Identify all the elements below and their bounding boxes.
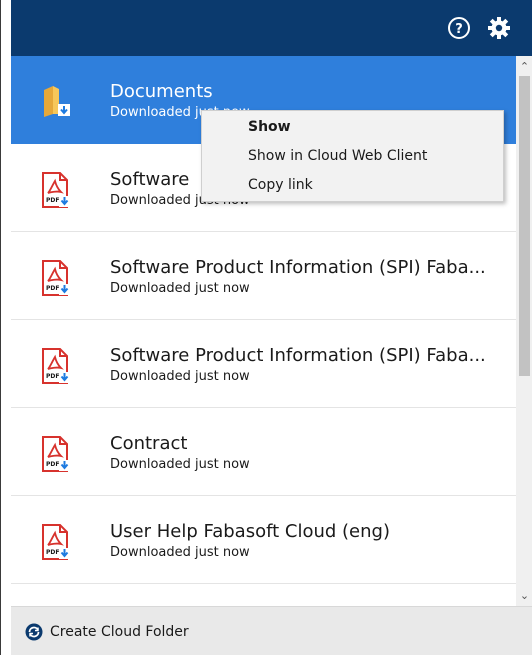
list-item-spi-1[interactable]: PDF Software Product Information (SPI) F… xyxy=(11,232,516,320)
scroll-up-arrow-icon[interactable]: ⌃ xyxy=(516,58,532,75)
folder-download-icon xyxy=(41,84,71,120)
item-title: Software Product Information (SPI) Faba.… xyxy=(110,345,486,366)
item-status: Downloaded just now xyxy=(110,545,250,560)
pdf-download-icon: PDF xyxy=(41,348,71,384)
pdf-download-icon: PDF xyxy=(41,524,71,560)
add-circle-icon xyxy=(25,623,43,641)
menu-item-copy-link[interactable]: Copy link xyxy=(202,171,503,200)
item-status: Downloaded just now xyxy=(110,281,250,296)
list-item-contract[interactable]: PDF Contract Downloaded just now xyxy=(11,408,516,496)
scroll-thumb[interactable] xyxy=(519,76,530,376)
create-cloud-folder-button[interactable]: Create Cloud Folder xyxy=(25,621,189,643)
svg-text:PDF: PDF xyxy=(46,197,59,204)
footer-bar: Create Cloud Folder xyxy=(11,606,532,655)
app-window: ? Documents Downloaded just now PDF Soft… xyxy=(0,0,532,655)
list-item-user-help[interactable]: PDF User Help Fabasoft Cloud (eng) Downl… xyxy=(11,496,516,584)
vertical-scrollbar[interactable]: ⌃ ⌄ xyxy=(516,56,532,606)
svg-text:PDF: PDF xyxy=(46,373,59,380)
svg-text:?: ? xyxy=(455,22,463,37)
pdf-download-icon: PDF xyxy=(41,172,71,208)
item-title: Software Product Information (SPI) Faba.… xyxy=(110,257,486,278)
help-icon[interactable]: ? xyxy=(447,16,471,40)
pdf-download-icon: PDF xyxy=(41,260,71,296)
item-title: Documents xyxy=(110,81,213,102)
scroll-down-arrow-icon[interactable]: ⌄ xyxy=(516,587,532,604)
list-item-spi-2[interactable]: PDF Software Product Information (SPI) F… xyxy=(11,320,516,408)
item-status: Downloaded just now xyxy=(110,369,250,384)
header-bar: ? xyxy=(11,0,532,56)
svg-text:PDF: PDF xyxy=(46,285,59,292)
item-title: User Help Fabasoft Cloud (eng) xyxy=(110,521,390,542)
create-cloud-folder-label: Create Cloud Folder xyxy=(50,624,189,640)
svg-text:PDF: PDF xyxy=(46,549,59,556)
menu-item-show-in-web-client[interactable]: Show in Cloud Web Client xyxy=(202,142,503,171)
item-status: Downloaded just now xyxy=(110,457,250,472)
svg-text:PDF: PDF xyxy=(46,461,59,468)
gear-icon[interactable] xyxy=(487,16,511,40)
context-menu: Show Show in Cloud Web Client Copy link xyxy=(201,110,504,202)
menu-item-show[interactable]: Show xyxy=(202,113,503,142)
item-title: Contract xyxy=(110,433,188,454)
pdf-download-icon: PDF xyxy=(41,436,71,472)
